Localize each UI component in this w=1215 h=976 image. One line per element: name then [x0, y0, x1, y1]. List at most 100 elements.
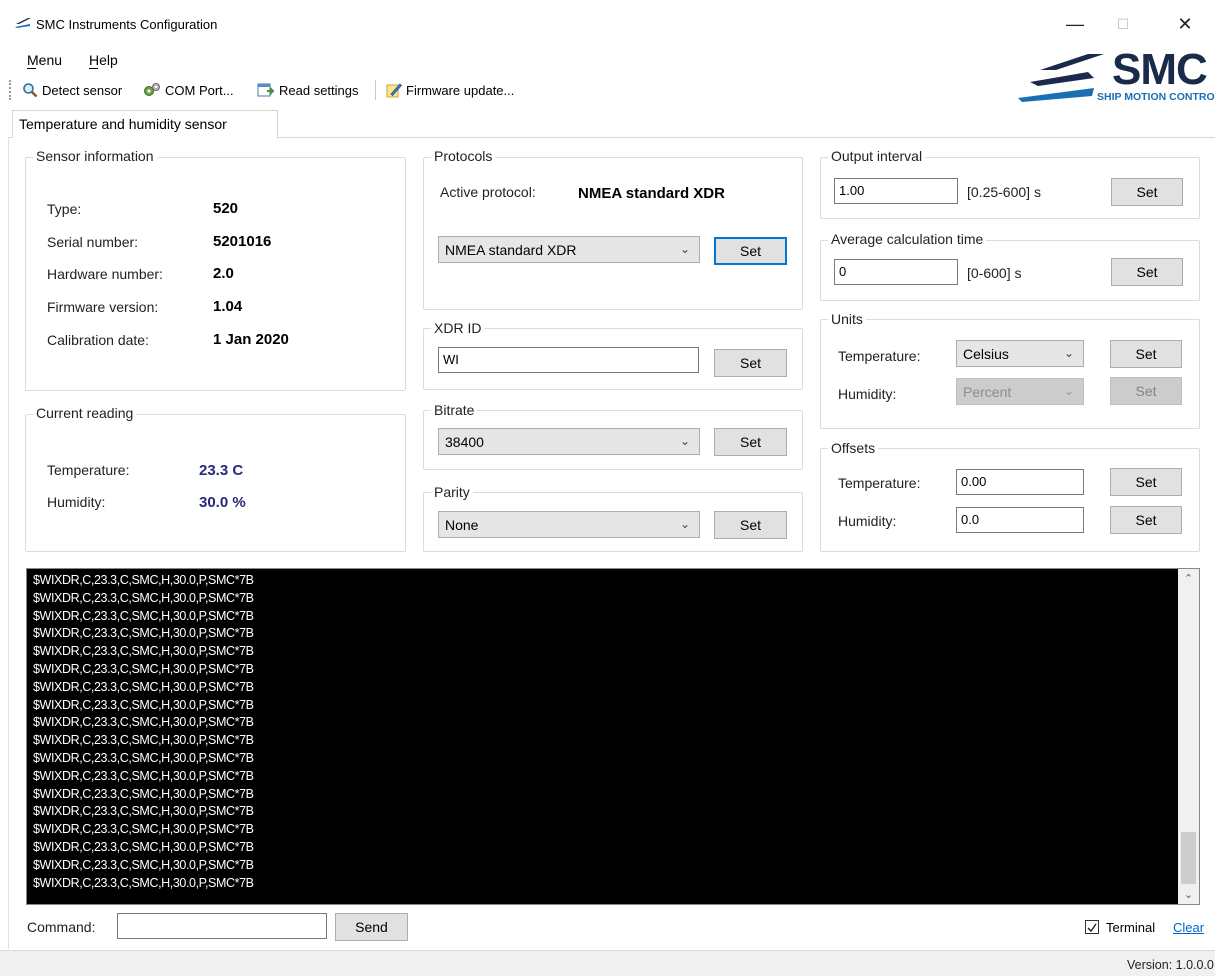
calibration-date-label: Calibration date: [47, 332, 149, 348]
calibration-date-value: 1 Jan 2020 [213, 331, 289, 348]
terminal-line: $WIXDR,C,23.3,C,SMC,H,30.0,P,SMC*7B [33, 875, 254, 890]
command-input[interactable] [117, 913, 327, 939]
bitrate-set-button[interactable]: Set [714, 428, 787, 456]
active-protocol-value: NMEA standard XDR [578, 185, 725, 202]
current-reading-group [25, 414, 406, 552]
output-interval-set-button[interactable]: Set [1111, 178, 1183, 206]
units-group [820, 319, 1200, 429]
maximize-button[interactable]: ☐ [1100, 8, 1146, 40]
com-port-label: COM Port... [165, 82, 234, 98]
toolbar-grip[interactable] [9, 80, 12, 100]
toolbar-separator [375, 80, 376, 100]
hardware-number-value: 2.0 [213, 265, 234, 282]
type-label: Type: [47, 201, 82, 217]
read-settings-icon [257, 83, 275, 97]
menu-menu[interactable]: Menu [27, 52, 62, 68]
active-protocol-label: Active protocol: [440, 184, 536, 200]
offsets-humidity-set-button[interactable]: Set [1110, 506, 1182, 534]
protocol-select[interactable]: NMEA standard XDR ⌄ [438, 236, 700, 263]
clear-link[interactable]: Clear [1173, 920, 1204, 935]
terminal-line: $WIXDR,C,23.3,C,SMC,H,30.0,P,SMC*7B [33, 644, 254, 659]
offsets-temperature-input[interactable]: 0.00 [956, 469, 1084, 495]
firmware-update-label: Firmware update... [406, 82, 515, 98]
terminal-line: $WIXDR,C,23.3,C,SMC,H,30.0,P,SMC*7B [33, 822, 254, 837]
terminal-checkbox[interactable] [1085, 920, 1099, 934]
tab-temperature-humidity[interactable]: Temperature and humidity sensor [12, 110, 278, 138]
terminal-line: $WIXDR,C,23.3,C,SMC,H,30.0,P,SMC*7B [33, 768, 254, 783]
terminal-output[interactable]: $WIXDR,C,23.3,C,SMC,H,30.0,P,SMC*7B $WIXD… [26, 568, 1200, 905]
reading-temperature-label: Temperature: [47, 462, 130, 478]
parity-select[interactable]: None ⌄ [438, 511, 700, 538]
firmware-version-value: 1.04 [213, 298, 243, 315]
detect-sensor-label: Detect sensor [42, 82, 123, 98]
com-port-button[interactable]: COM Port... [143, 80, 234, 100]
chevron-down-icon: ⌄ [679, 242, 690, 256]
reading-humidity-value: 30.0 % [199, 494, 246, 511]
scroll-up-icon[interactable]: ⌃ [1178, 572, 1199, 585]
detect-sensor-button[interactable]: Detect sensor [22, 80, 122, 100]
type-value: 520 [213, 200, 239, 217]
firmware-update-button[interactable]: Firmware update... [386, 80, 514, 100]
menu-help-label: Help [89, 52, 118, 68]
scroll-down-icon[interactable]: ⌄ [1178, 888, 1199, 901]
units-temperature-select-value: Celsius [963, 346, 1009, 362]
units-humidity-select-value: Percent [963, 384, 1012, 400]
read-settings-label: Read settings [279, 82, 359, 98]
menu-menu-label: Menu [27, 52, 63, 68]
minimize-button[interactable]: — [1052, 8, 1098, 40]
terminal-line: $WIXDR,C,23.3,C,SMC,H,30.0,P,SMC*7B [33, 750, 254, 765]
terminal-scrollbar[interactable]: ⌃ ⌄ [1178, 569, 1199, 904]
menu-help[interactable]: Help [89, 52, 118, 68]
protocol-select-value: NMEA standard XDR [445, 242, 577, 258]
offsets-humidity-input[interactable]: 0.0 [956, 507, 1084, 533]
bitrate-select-value: 38400 [445, 434, 484, 450]
help-mnemonic-underline [89, 68, 98, 69]
terminal-line: $WIXDR,C,23.3,C,SMC,H,30.0,P,SMC*7B [33, 608, 254, 623]
read-settings-button[interactable]: Read settings [257, 80, 359, 100]
offsets-title: Offsets [828, 440, 879, 456]
units-temperature-select[interactable]: Celsius ⌄ [956, 340, 1084, 367]
parity-set-button[interactable]: Set [714, 511, 787, 539]
send-button[interactable]: Send [335, 913, 408, 941]
bitrate-select[interactable]: 38400 ⌄ [438, 428, 700, 455]
output-interval-range: [0.25-600] s [967, 184, 1041, 200]
parity-title: Parity [431, 484, 473, 500]
terminal-checkbox-label: Terminal [1106, 920, 1156, 935]
terminal-lines: $WIXDR,C,23.3,C,SMC,H,30.0,P,SMC*7B $WIXD… [33, 572, 1173, 892]
app-logo-icon [15, 18, 31, 28]
units-temperature-label: Temperature: [838, 348, 921, 364]
units-humidity-select[interactable]: Percent ⌄ [956, 378, 1084, 405]
terminal-line: $WIXDR,C,23.3,C,SMC,H,30.0,P,SMC*7B [33, 733, 254, 748]
units-temperature-set-button[interactable]: Set [1110, 340, 1182, 368]
output-interval-input[interactable]: 1.00 [834, 178, 958, 204]
protocol-set-button[interactable]: Set [714, 237, 787, 265]
firmware-version-label: Firmware version: [47, 299, 159, 315]
terminal-line: $WIXDR,C,23.3,C,SMC,H,30.0,P,SMC*7B [33, 679, 254, 694]
units-humidity-set-button[interactable]: Set [1110, 377, 1182, 405]
sensor-information-title: Sensor information [33, 148, 157, 164]
terminal-line: $WIXDR,C,23.3,C,SMC,H,30.0,P,SMC*7B [33, 626, 254, 641]
status-bar [0, 950, 1215, 976]
terminal-line: $WIXDR,C,23.3,C,SMC,H,30.0,P,SMC*7B [33, 590, 254, 605]
window-title: SMC Instruments Configuration [36, 17, 218, 32]
average-time-input[interactable]: 0 [834, 259, 958, 285]
chevron-down-icon: ⌄ [1063, 346, 1074, 360]
close-button[interactable]: ✕ [1162, 8, 1208, 40]
xdr-id-set-button[interactable]: Set [714, 349, 787, 377]
terminal-line: $WIXDR,C,23.3,C,SMC,H,30.0,P,SMC*7B [33, 857, 254, 872]
pencil-note-icon [386, 83, 402, 98]
average-time-set-button[interactable]: Set [1111, 258, 1183, 286]
smc-logo: SMC SHIP MOTION CONTROL [1018, 48, 1215, 108]
bitrate-title: Bitrate [431, 402, 478, 418]
terminal-line: $WIXDR,C,23.3,C,SMC,H,30.0,P,SMC*7B [33, 786, 254, 801]
offsets-temperature-set-button[interactable]: Set [1110, 468, 1182, 496]
offsets-group [820, 448, 1200, 552]
magnifier-icon [23, 83, 38, 98]
version-label: Version: 1.0.0.0 [1127, 958, 1214, 972]
logo-tagline: SHIP MOTION CONTROL [1097, 91, 1215, 103]
scroll-thumb[interactable] [1181, 832, 1196, 884]
command-label: Command: [27, 919, 96, 935]
xdr-id-input[interactable]: WI [438, 347, 699, 373]
reading-temperature-value: 23.3 C [199, 462, 244, 479]
units-humidity-label: Humidity: [838, 386, 897, 402]
